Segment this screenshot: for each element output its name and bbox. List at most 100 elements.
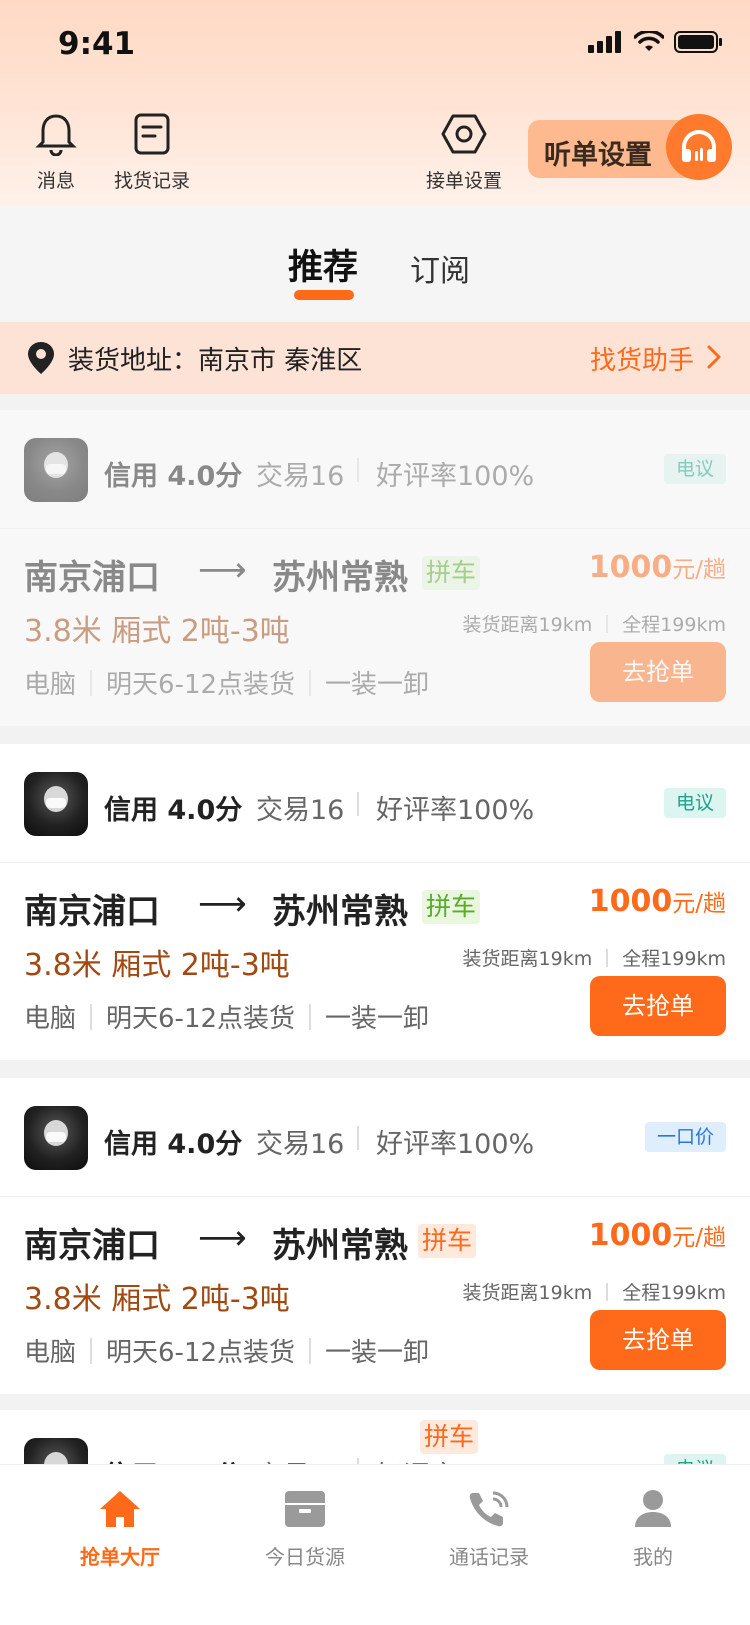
unload-mode: 一装一卸	[325, 1338, 430, 1368]
messages-label: 消息	[36, 170, 75, 192]
order-card[interactable]: 信用 4.0分 交易16 好评率100% 电议 南京浦口 ⟶ 苏州常熟 拼车 1…	[0, 744, 750, 1060]
listen-settings-label: 听单设置	[544, 140, 652, 171]
trade-count: 交易16	[256, 1129, 345, 1160]
tab-subscribe[interactable]: 订阅	[410, 246, 470, 290]
arrow-right-icon: ⟶	[198, 1218, 247, 1258]
address-text: 装货地址：南京市 秦淮区	[68, 346, 363, 376]
nav-label: 通话记录	[449, 1545, 529, 1569]
trade-count: 交易16	[256, 795, 345, 826]
trade-count: 交易16	[256, 461, 345, 492]
grab-order-button[interactable]: 去抢单	[590, 642, 726, 702]
arrow-right-icon: ⟶	[198, 884, 247, 924]
status-bar: 9:41	[0, 0, 750, 90]
load-time: 明天6-12点装货	[106, 670, 296, 700]
shipper-row: 信用 4.0分 交易16 好评率100% 电议	[0, 410, 750, 529]
order-settings-button[interactable]: 接单设置	[414, 112, 514, 193]
chevron-right-icon	[707, 345, 721, 369]
status-icons	[588, 30, 724, 54]
nav-today-cargo[interactable]: 今日货源	[240, 1489, 370, 1570]
price: 1000元/趟	[588, 1218, 726, 1253]
history-button[interactable]: 找货记录	[102, 112, 202, 193]
total-distance: 全程199km	[622, 1282, 726, 1304]
address-bar[interactable]: 装货地址：南京市 秦淮区 找货助手	[0, 322, 750, 394]
divider	[357, 1126, 359, 1150]
tab-bar: 推荐 订阅	[0, 206, 750, 322]
order-card[interactable]: 信用 4.0分 交易16 好评率100% 电议 南京浦口 ⟶ 苏州常熟 拼车 1…	[0, 410, 750, 726]
avatar	[24, 438, 88, 502]
shipper-row: 信用 4.0分 交易16 好评率100% 电议	[0, 744, 750, 863]
goods-type: 电脑	[24, 670, 77, 700]
cargo-info: 电脑 明天6-12点装货 一装一卸	[24, 998, 429, 1035]
messages-button[interactable]: 消息	[6, 112, 106, 193]
credit-score: 信用 4.0分	[104, 461, 243, 492]
origin: 南京浦口	[24, 558, 160, 598]
destination: 苏州常熟	[272, 892, 408, 932]
goods-type: 电脑	[24, 1004, 77, 1034]
avatar	[24, 1106, 88, 1170]
avatar	[24, 772, 88, 836]
grab-order-button[interactable]: 去抢单	[590, 1310, 726, 1370]
user-icon	[635, 1490, 671, 1527]
bell-icon	[35, 114, 77, 157]
home-icon	[100, 1491, 140, 1527]
nav-call-records[interactable]: 通话记录	[424, 1489, 554, 1570]
bottom-nav: 抢单大厅 今日货源 通话记录 我的	[0, 1464, 750, 1625]
positive-rate: 好评率100%	[376, 1129, 535, 1160]
origin: 南京浦口	[24, 892, 160, 932]
load-time: 明天6-12点装货	[106, 1004, 296, 1034]
distance-info: 装货距离19km 全程199km	[463, 944, 726, 971]
origin: 南京浦口	[24, 1226, 160, 1266]
nav-order-hall[interactable]: 抢单大厅	[55, 1489, 185, 1570]
carpool-tag: 拼车	[422, 890, 481, 924]
header: 9:41 消息 找货记录 接单设置 听单设置	[0, 0, 750, 206]
nav-label: 今日货源	[265, 1545, 345, 1569]
divider	[357, 792, 359, 816]
cargo-info: 电脑 明天6-12点装货 一装一卸	[24, 1332, 429, 1369]
vehicle-spec: 3.8米 厢式 2吨-3吨	[24, 614, 290, 649]
history-label: 找货记录	[113, 170, 190, 192]
battery-icon	[674, 31, 722, 53]
wifi-icon	[634, 31, 664, 51]
destination: 苏州常熟	[272, 1226, 408, 1266]
credit-score: 信用 4.0分	[104, 795, 243, 826]
tab-recommend[interactable]: 推荐	[288, 239, 358, 290]
carpool-tag: 拼车	[422, 556, 481, 590]
arrow-right-icon: ⟶	[198, 550, 247, 590]
destination: 苏州常熟	[272, 558, 408, 598]
goods-type: 电脑	[24, 1338, 77, 1368]
status-time: 9:41	[58, 26, 136, 62]
order-card[interactable]: 信用 4.0分 交易16 好评率100% 一口价 南京浦口 ⟶ 苏州常熟 拼车 …	[0, 1078, 750, 1394]
total-distance: 全程199km	[622, 614, 726, 636]
price-type-badge: 电议	[663, 454, 726, 484]
load-distance: 装货距离19km	[462, 948, 593, 970]
nav-label: 抢单大厅	[80, 1545, 160, 1569]
load-distance: 装货距离19km	[462, 1282, 593, 1304]
price: 1000元/趟	[588, 884, 726, 919]
divider	[357, 458, 359, 482]
cargo-info: 电脑 明天6-12点装货 一装一卸	[24, 664, 429, 701]
order-settings-label: 接单设置	[425, 170, 502, 192]
signal-icon	[588, 31, 621, 53]
carpool-tag: 拼车	[420, 1420, 479, 1454]
distance-info: 装货距离19km 全程199km	[463, 610, 726, 637]
total-distance: 全程199km	[622, 948, 726, 970]
vehicle-spec: 3.8米 厢式 2吨-3吨	[24, 948, 290, 983]
finder-helper-link[interactable]: 找货助手	[590, 340, 694, 377]
nav-my[interactable]: 我的	[588, 1489, 718, 1570]
grab-order-button[interactable]: 去抢单	[590, 976, 726, 1036]
hex-gear-icon	[441, 114, 487, 154]
headphones-icon	[666, 114, 732, 180]
nav-label: 我的	[633, 1545, 673, 1569]
listen-settings-button[interactable]: 听单设置	[528, 114, 732, 180]
unload-mode: 一装一卸	[325, 670, 430, 700]
shipper-row: 信用 4.0分 交易16 好评率100% 一口价	[0, 1078, 750, 1197]
positive-rate: 好评率100%	[376, 461, 535, 492]
vehicle-spec: 3.8米 厢式 2吨-3吨	[24, 1282, 290, 1317]
box-icon	[285, 1491, 325, 1527]
phone-icon	[469, 1491, 509, 1527]
price: 1000元/趟	[588, 550, 726, 585]
tab-underline	[294, 290, 354, 300]
location-pin-icon	[28, 342, 54, 374]
carpool-tag: 拼车	[418, 1224, 477, 1258]
positive-rate: 好评率100%	[376, 795, 535, 826]
